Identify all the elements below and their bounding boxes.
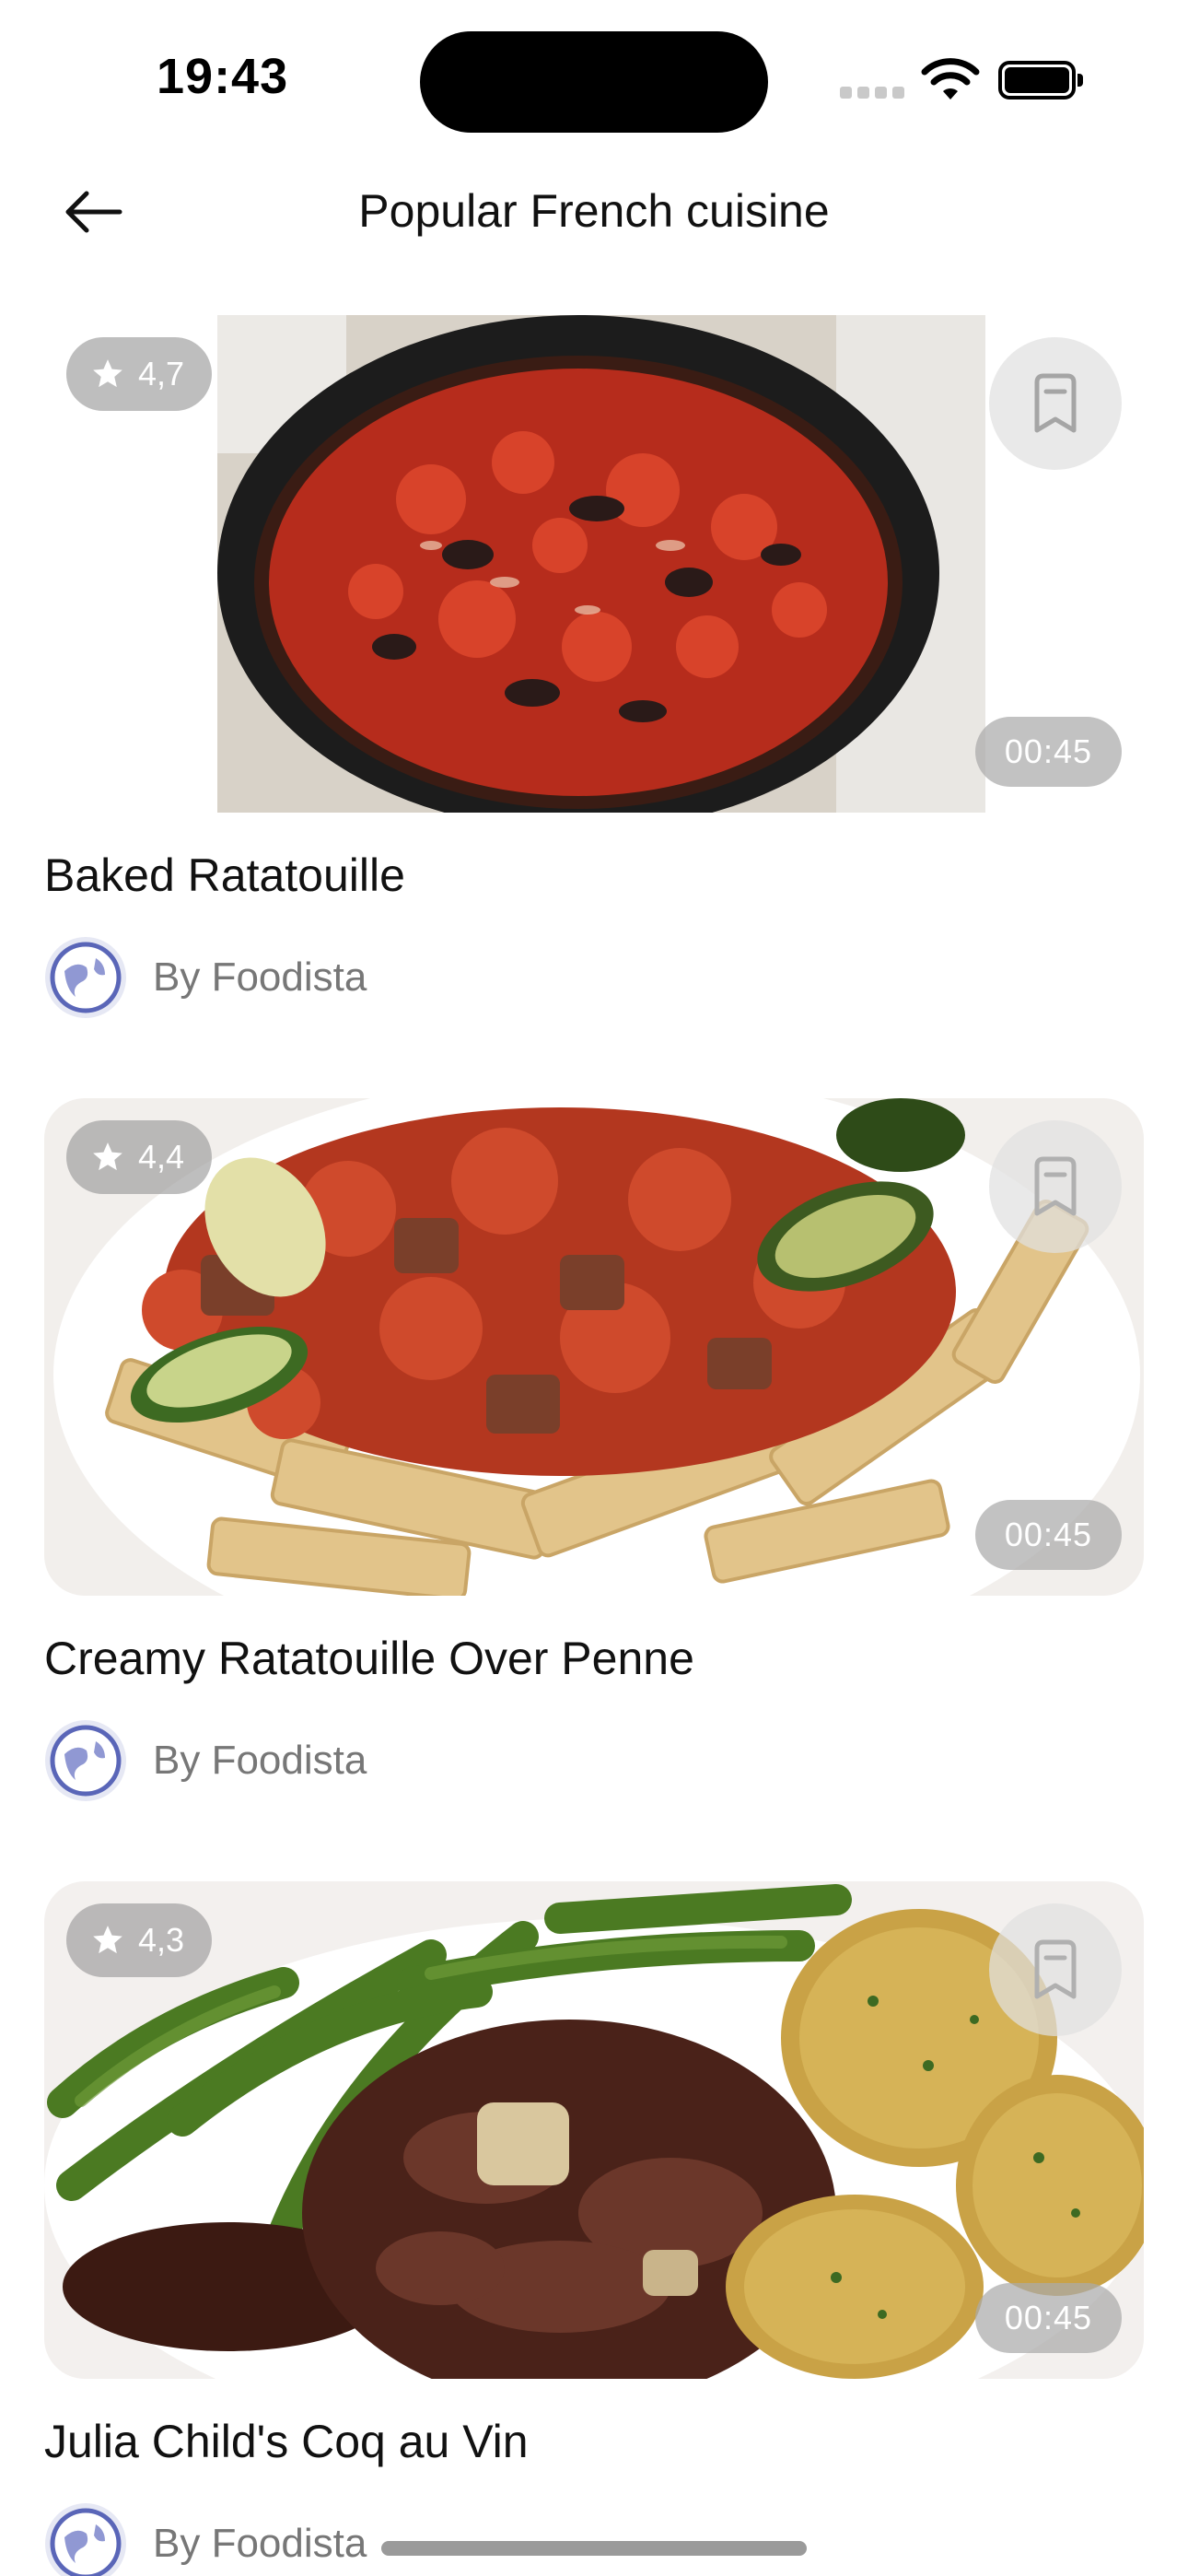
bookmark-button[interactable] — [989, 1903, 1122, 2036]
rating-value: 4,4 — [138, 1138, 185, 1176]
bookmark-button[interactable] — [989, 1120, 1122, 1253]
recipe-card[interactable]: 4,4 00:45 Creamy Ratatouille Over Penne … — [44, 1098, 1144, 1802]
globe-icon — [45, 937, 126, 1018]
bookmark-icon — [1034, 1156, 1077, 1216]
rating-badge: 4,7 — [66, 337, 213, 411]
star-icon — [93, 1142, 122, 1171]
globe-icon — [45, 2503, 126, 2576]
recipe-card[interactable]: 4,7 00:45 Baked Ratatouille By Foodista — [44, 315, 1144, 1019]
author-row[interactable]: By Foodista — [44, 936, 1144, 1019]
navigation-bar: Popular French cuisine — [0, 157, 1188, 267]
author-name: By Foodista — [153, 954, 367, 1000]
rating-badge: 4,4 — [66, 1120, 213, 1194]
author-name: By Foodista — [153, 1738, 367, 1783]
battery-icon — [998, 61, 1083, 100]
bookmark-icon — [1034, 1939, 1077, 1999]
author-name: By Foodista — [153, 2521, 367, 2566]
status-bar: 19:43 — [0, 0, 1188, 157]
recipe-image[interactable]: 4,3 00:45 — [44, 1881, 1144, 2379]
rating-value: 4,3 — [138, 1921, 185, 1959]
recipe-image[interactable]: 4,7 00:45 — [44, 315, 1144, 813]
author-avatar — [44, 1719, 127, 1802]
rating-badge: 4,3 — [66, 1903, 213, 1977]
recipe-list-screen: 19:43 Popular French cuisine 4,7 00:45 B… — [0, 0, 1188, 2576]
author-row[interactable]: By Foodista — [44, 2502, 1144, 2576]
recipe-title[interactable]: Baked Ratatouille — [44, 848, 1144, 903]
author-avatar — [44, 936, 127, 1019]
home-indicator[interactable] — [381, 2541, 807, 2556]
page-title: Popular French cuisine — [358, 185, 830, 237]
bookmark-button[interactable] — [989, 337, 1122, 470]
author-avatar — [44, 2502, 127, 2576]
cellular-signal-icon — [840, 87, 904, 100]
star-icon — [93, 1926, 122, 1954]
duration-badge: 00:45 — [974, 2283, 1122, 2353]
rating-value: 4,7 — [138, 355, 185, 392]
duration-badge: 00:45 — [974, 717, 1122, 787]
status-time: 19:43 — [157, 49, 289, 104]
globe-icon — [45, 1720, 126, 1801]
author-row[interactable]: By Foodista — [44, 1719, 1144, 1802]
recipe-title[interactable]: Creamy Ratatouille Over Penne — [44, 1631, 1144, 1686]
dynamic-island — [420, 31, 768, 133]
duration-badge: 00:45 — [974, 1500, 1122, 1570]
recipe-card[interactable]: 4,3 00:45 Julia Child's Coq au Vin By Fo… — [44, 1881, 1144, 2576]
recipe-title[interactable]: Julia Child's Coq au Vin — [44, 2414, 1144, 2469]
star-icon — [93, 359, 122, 388]
recipe-image[interactable]: 4,4 00:45 — [44, 1098, 1144, 1596]
wifi-icon — [921, 57, 980, 103]
bookmark-icon — [1034, 373, 1077, 433]
